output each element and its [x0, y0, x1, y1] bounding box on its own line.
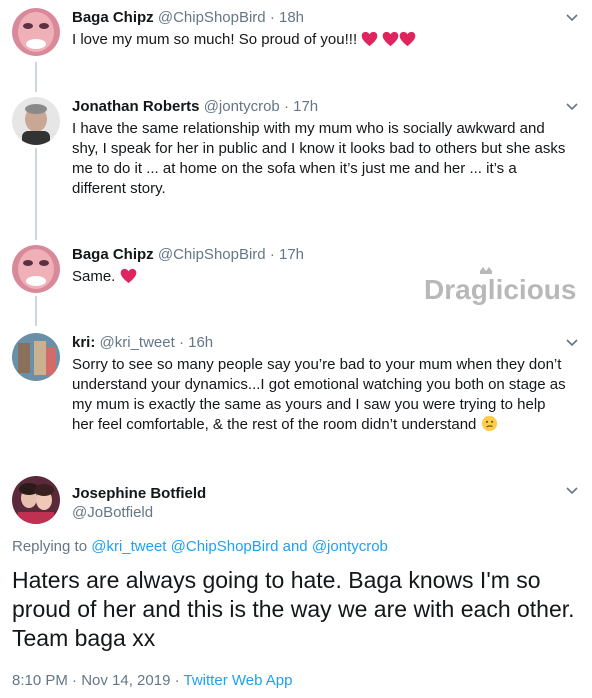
tweet-text-content: I love my mum so much! So proud of you!!… [72, 31, 358, 48]
tweet[interactable]: Jonathan Roberts @jontycrob · 17h I have… [0, 97, 592, 197]
watermark-logo: Draglicious [422, 265, 582, 310]
thread-line [35, 296, 37, 326]
timestamp[interactable]: 17h [279, 246, 304, 263]
chevron-down-icon[interactable] [566, 487, 578, 495]
user-handle[interactable]: @ChipShopBird [158, 246, 266, 263]
timestamp[interactable]: 17h [293, 98, 318, 115]
replying-prefix: Replying to [12, 538, 88, 555]
display-name[interactable]: Jonathan Roberts [72, 98, 200, 115]
mention-link[interactable]: @jontycrob [312, 538, 388, 555]
tweet-text: I have the same relationship with my mum… [72, 120, 566, 197]
tweet-header: Baga Chipz @ChipShopBird · 17h [72, 245, 304, 265]
avatar[interactable] [12, 97, 60, 145]
avatar[interactable] [12, 245, 60, 293]
tweet-text: Sorry to see so many people say you’re b… [72, 355, 568, 435]
heart-emoji [120, 268, 137, 285]
heart-emoji [361, 31, 382, 48]
avatar[interactable] [12, 333, 60, 381]
tweet-header: kri: @kri_tweet · 16h [72, 333, 213, 353]
mention-link[interactable]: @kri_tweet [91, 538, 166, 555]
tweet-text-content: Same. [72, 268, 116, 285]
replying-to-line: Replying to @kri_tweet @ChipShopBird and… [12, 537, 388, 557]
focal-tweet-text: Haters are always going to hate. Baga kn… [12, 567, 575, 651]
user-handle[interactable]: @JoBotfield [72, 503, 153, 523]
display-name[interactable]: Josephine Botfield [72, 484, 206, 504]
display-name[interactable]: Baga Chipz [72, 9, 154, 26]
timestamp[interactable]: 16h [188, 334, 213, 351]
timestamp[interactable]: 18h [279, 9, 304, 26]
avatar[interactable] [12, 8, 60, 56]
separator: · [269, 246, 275, 263]
confused-face-emoji [481, 415, 498, 433]
tweet[interactable]: Baga Chipz @ChipShopBird · 18h I love my… [0, 8, 592, 58]
separator: · [269, 9, 275, 26]
full-timestamp[interactable]: 8:10 PM · Nov 14, 2019 [12, 672, 170, 689]
watermark-text: Draglicious [424, 274, 576, 305]
separator: · [178, 334, 184, 351]
display-name[interactable]: Baga Chipz [72, 246, 154, 263]
avatar[interactable] [12, 476, 60, 524]
tweet-header: Baga Chipz @ChipShopBird · 18h [72, 8, 304, 28]
user-handle[interactable]: @kri_tweet [100, 334, 175, 351]
chevron-down-icon[interactable] [566, 103, 578, 111]
display-name[interactable]: kri: [72, 334, 95, 351]
heart-emoji [399, 31, 416, 48]
replying-and[interactable]: and [283, 538, 308, 555]
tweet-footer: 8:10 PM · Nov 14, 2019 · Twitter Web App [12, 671, 292, 691]
thread-line [35, 62, 37, 92]
source-app-link[interactable]: Twitter Web App [184, 672, 293, 689]
user-handle[interactable]: @jontycrob [204, 98, 280, 115]
tweet-header: Jonathan Roberts @jontycrob · 17h [72, 97, 318, 117]
user-handle[interactable]: @ChipShopBird [158, 9, 266, 26]
chevron-down-icon[interactable] [566, 339, 578, 347]
tweet[interactable]: kri: @kri_tweet · 16h Sorry to see so ma… [0, 333, 592, 433]
mention-link[interactable]: @ChipShopBird [171, 538, 279, 555]
tweet-text: I love my mum so much! So proud of you!!… [72, 30, 568, 50]
heart-emoji [382, 31, 399, 48]
chevron-down-icon[interactable] [566, 14, 578, 22]
separator: · [174, 672, 180, 689]
separator: · [283, 98, 289, 115]
